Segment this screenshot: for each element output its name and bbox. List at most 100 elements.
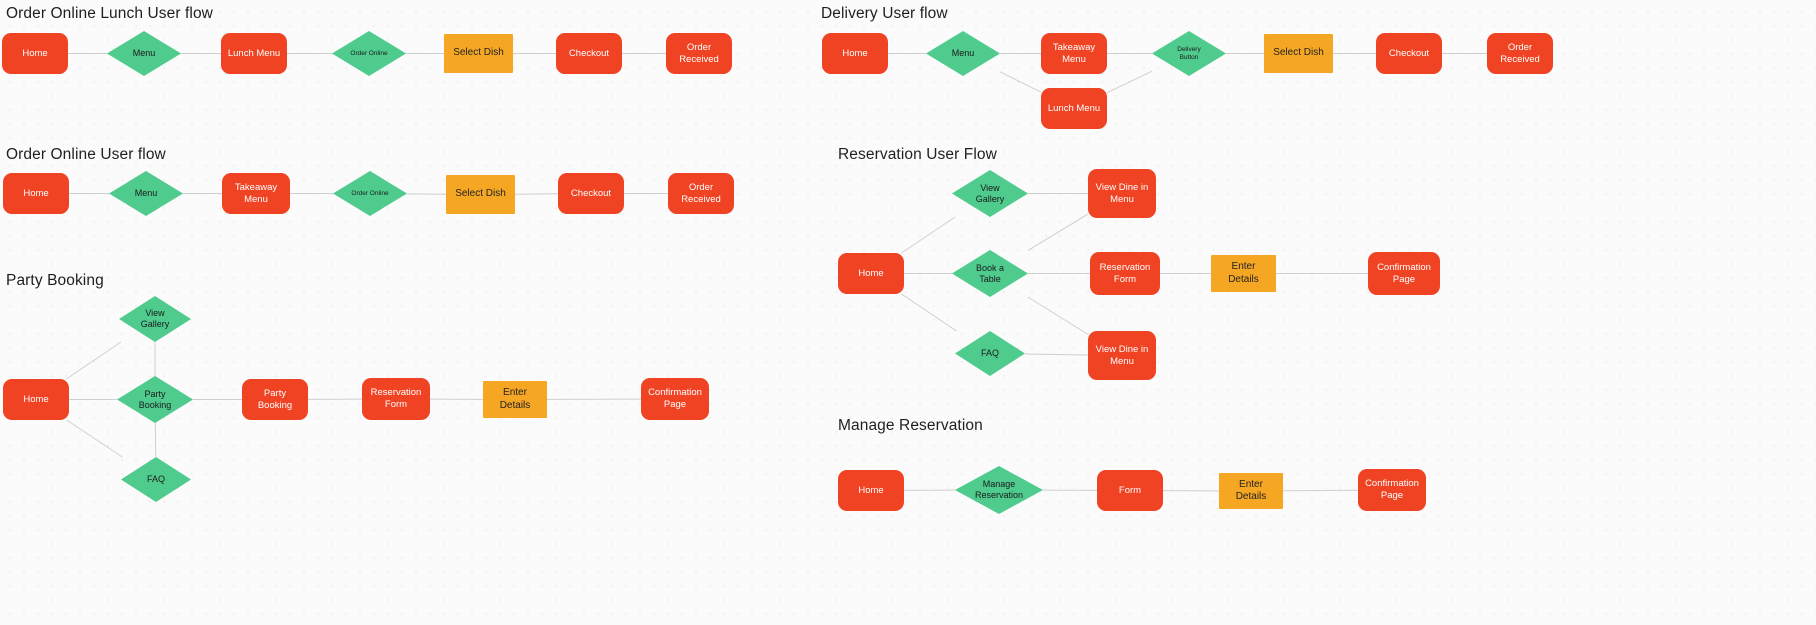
- node-mr-manage[interactable]: Manage Reservation: [955, 466, 1043, 514]
- node-label-dl-select: Select Dish: [1273, 47, 1324, 59]
- edge-rs-faq-to-rs-dine2: [1024, 353, 1089, 356]
- node-rs-confirm[interactable]: Confirmation Page: [1368, 252, 1440, 295]
- node-dl-delivery[interactable]: Delivery Button: [1152, 31, 1226, 76]
- flow-title-order-online-user-flow: Order Online User flow: [6, 146, 166, 163]
- flowchart-canvas: Home Menu Lunch Menu Order Online Select Dis…: [0, 0, 1816, 625]
- node-rs-book[interactable]: Book a Table: [952, 250, 1028, 297]
- edge-dl-lunch-to-dl-delivery: [1106, 70, 1153, 94]
- edge-mr-details-to-mr-confirm: [1282, 489, 1359, 492]
- node-dl-home[interactable]: Home: [822, 33, 888, 74]
- edge-dl-menu-to-dl-lunch: [999, 71, 1042, 93]
- node-label-oo-order: Order Online: [351, 189, 389, 197]
- edge-rs-home-to-rs-faq: [901, 293, 957, 332]
- node-ool-select[interactable]: Select Dish: [444, 34, 513, 73]
- node-label-ool-checkout: Checkout: [568, 47, 610, 59]
- node-dl-checkout[interactable]: Checkout: [1376, 33, 1442, 74]
- node-rs-dine2[interactable]: View Dine in Menu: [1088, 331, 1156, 380]
- node-pb-gallery[interactable]: View Gallery: [119, 296, 191, 342]
- node-ool-order[interactable]: Order Online: [332, 31, 406, 76]
- node-dl-lunch[interactable]: Lunch Menu: [1041, 88, 1107, 129]
- node-label-rs-faq: FAQ: [980, 348, 999, 359]
- node-label-ool-select: Select Dish: [453, 47, 504, 59]
- node-label-rs-confirm: Confirmation Page: [1377, 261, 1431, 285]
- node-pb-resform[interactable]: Reservation Form: [362, 378, 430, 420]
- edge-rs-book-to-rs-dine1: [1027, 213, 1089, 251]
- node-rs-home[interactable]: Home: [838, 253, 904, 294]
- node-label-rs-dine2: View Dine in Menu: [1095, 343, 1149, 367]
- edge-pb-home-to-pb-gallery: [66, 341, 122, 380]
- node-oo-order[interactable]: Order Online: [333, 171, 407, 216]
- node-oo-checkout[interactable]: Checkout: [558, 173, 624, 214]
- flow-title-party-booking: Party Booking: [6, 272, 104, 289]
- node-pb-faq[interactable]: FAQ: [121, 457, 191, 502]
- node-label-dl-lunch: Lunch Menu: [1047, 102, 1101, 114]
- node-label-mr-confirm: Confirmation Page: [1365, 478, 1419, 501]
- node-dl-received[interactable]: Order Received: [1487, 33, 1553, 74]
- edge-rs-home-to-rs-gallery: [901, 216, 956, 254]
- node-mr-home[interactable]: Home: [838, 470, 904, 511]
- edge-rs-book-to-rs-dine2: [1027, 296, 1089, 335]
- node-label-mr-home: Home: [858, 484, 884, 496]
- node-label-oo-select: Select Dish: [455, 188, 506, 200]
- node-rs-dine1[interactable]: View Dine in Menu: [1088, 169, 1156, 218]
- node-label-pb-details: Enter Details: [499, 387, 531, 411]
- node-label-oo-received: Order Received: [681, 181, 721, 205]
- flow-title-delivery-user-flow: Delivery User flow: [821, 5, 948, 22]
- node-label-oo-takeaway: Takeaway Menu: [234, 181, 278, 205]
- node-mr-details[interactable]: Enter Details: [1219, 473, 1283, 509]
- flow-title-manage-reservation: Manage Reservation: [838, 417, 983, 434]
- node-label-mr-details: Enter Details: [1235, 478, 1267, 502]
- node-rs-gallery[interactable]: View Gallery: [952, 170, 1028, 217]
- node-pb-confirm[interactable]: Confirmation Page: [641, 378, 709, 420]
- node-label-rs-gallery: View Gallery: [975, 182, 1005, 204]
- node-label-oo-home: Home: [23, 187, 49, 199]
- node-label-dl-home: Home: [842, 47, 868, 59]
- edge-pb-home-to-pb-faq: [66, 419, 123, 458]
- node-label-oo-checkout: Checkout: [570, 187, 612, 199]
- node-pb-home[interactable]: Home: [3, 379, 69, 420]
- node-rs-faq[interactable]: FAQ: [955, 331, 1025, 376]
- node-label-ool-order: Order Online: [350, 49, 388, 57]
- node-label-pb-faq: FAQ: [146, 474, 165, 485]
- node-label-ool-home: Home: [22, 47, 48, 59]
- node-label-dl-takeaway: Takeaway Menu: [1052, 41, 1096, 65]
- node-ool-menu[interactable]: Menu: [107, 31, 181, 76]
- node-label-mr-manage: Manage Reservation: [974, 479, 1024, 500]
- node-label-ool-received: Order Received: [679, 41, 719, 65]
- node-label-pb-confirm: Confirmation Page: [648, 387, 702, 410]
- node-label-rs-book: Book a Table: [975, 262, 1005, 284]
- node-ool-received[interactable]: Order Received: [666, 33, 732, 74]
- node-mr-form[interactable]: Form: [1097, 470, 1163, 511]
- node-label-oo-menu: Menu: [134, 188, 158, 199]
- node-label-ool-lunch: Lunch Menu: [227, 47, 281, 59]
- node-label-pb-party: Party Booking: [138, 388, 172, 410]
- node-label-rs-details: Enter Details: [1228, 261, 1259, 285]
- node-label-dl-checkout: Checkout: [1388, 47, 1430, 59]
- node-oo-takeaway[interactable]: Takeaway Menu: [222, 173, 290, 214]
- node-label-rs-home: Home: [858, 267, 884, 279]
- node-dl-select[interactable]: Select Dish: [1264, 34, 1333, 73]
- node-label-rs-dine1: View Dine in Menu: [1095, 181, 1149, 205]
- node-oo-select[interactable]: Select Dish: [446, 175, 515, 214]
- node-dl-menu[interactable]: Menu: [926, 31, 1000, 76]
- node-ool-checkout[interactable]: Checkout: [556, 33, 622, 74]
- flow-title-order-online-lunch-user-flow: Order Online Lunch User flow: [6, 5, 213, 22]
- node-pb-book[interactable]: Party Booking: [242, 379, 308, 420]
- node-pb-details[interactable]: Enter Details: [483, 381, 547, 418]
- node-label-ool-menu: Menu: [132, 48, 156, 59]
- node-rs-resform[interactable]: Reservation Form: [1090, 252, 1160, 295]
- node-oo-received[interactable]: Order Received: [668, 173, 734, 214]
- node-oo-home[interactable]: Home: [3, 173, 69, 214]
- node-oo-menu[interactable]: Menu: [109, 171, 183, 216]
- node-dl-takeaway[interactable]: Takeaway Menu: [1041, 33, 1107, 74]
- node-label-dl-menu: Menu: [951, 48, 975, 59]
- edge-layer: [66, 53, 1487, 492]
- node-label-dl-delivery: Delivery Button: [1177, 45, 1201, 61]
- node-ool-home[interactable]: Home: [2, 33, 68, 74]
- node-pb-party[interactable]: Party Booking: [117, 376, 193, 423]
- node-label-rs-resform: Reservation Form: [1099, 261, 1151, 285]
- node-label-dl-received: Order Received: [1500, 41, 1540, 65]
- node-rs-details[interactable]: Enter Details: [1211, 255, 1276, 292]
- node-mr-confirm[interactable]: Confirmation Page: [1358, 469, 1426, 511]
- node-ool-lunch[interactable]: Lunch Menu: [221, 33, 287, 74]
